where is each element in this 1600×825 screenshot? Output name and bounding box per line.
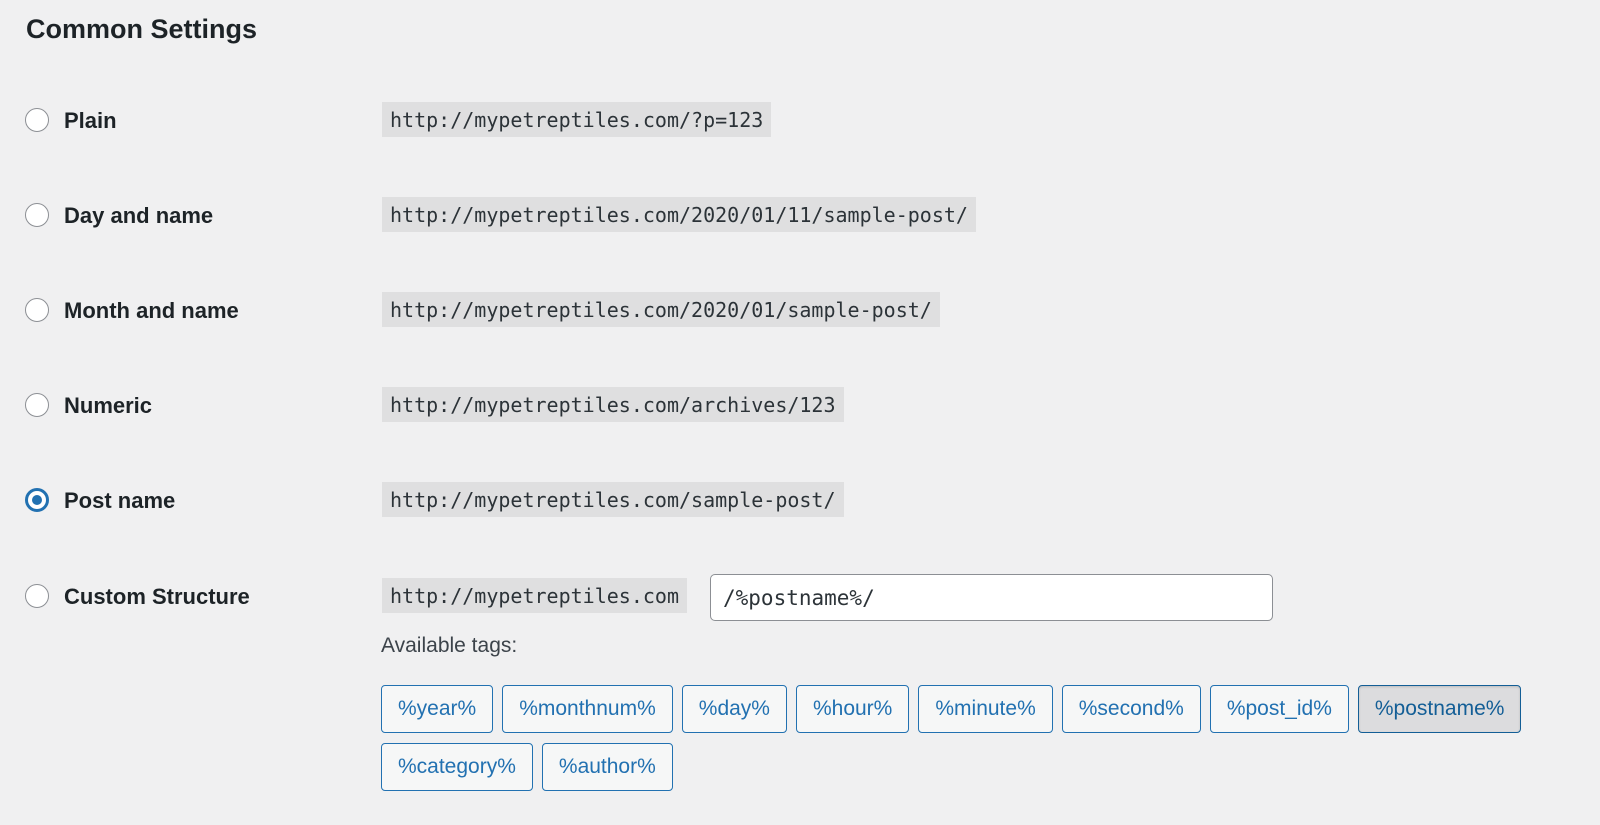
tag-day-button[interactable]: %day% (681, 685, 787, 733)
radio-post-name[interactable] (25, 488, 49, 512)
option-month-and-name[interactable]: Month and name http://mypetreptiles.com/… (0, 292, 1600, 332)
example-url: http://mypetreptiles.com/2020/01/sample-… (382, 292, 940, 327)
option-day-and-name[interactable]: Day and name http://mypetreptiles.com/20… (0, 197, 1600, 237)
option-label[interactable]: Plain (64, 108, 117, 134)
available-tags-label: Available tags: (381, 634, 518, 657)
custom-structure-input[interactable] (710, 574, 1273, 621)
example-url: http://mypetreptiles.com/sample-post/ (382, 482, 844, 517)
radio-numeric[interactable] (25, 393, 49, 417)
tag-post-id-button[interactable]: %post_id% (1209, 685, 1349, 733)
tag-author-button[interactable]: %author% (541, 743, 673, 791)
available-tags: %year% %monthnum% %day% %hour% %minute% … (381, 685, 1561, 791)
example-url: http://mypetreptiles.com/archives/123 (382, 387, 844, 422)
example-url: http://mypetreptiles.com/?p=123 (382, 102, 772, 137)
tag-year-button[interactable]: %year% (381, 685, 494, 733)
tag-monthnum-button[interactable]: %monthnum% (502, 685, 673, 733)
option-label[interactable]: Month and name (64, 298, 239, 324)
base-url: http://mypetreptiles.com (382, 578, 687, 613)
option-label[interactable]: Post name (64, 488, 175, 514)
tag-hour-button[interactable]: %hour% (795, 685, 910, 733)
radio-month-and-name[interactable] (25, 298, 49, 322)
tag-second-button[interactable]: %second% (1061, 685, 1201, 733)
option-plain[interactable]: Plain http://mypetreptiles.com/?p=123 (0, 102, 1600, 142)
tag-minute-button[interactable]: %minute% (918, 685, 1053, 733)
option-label[interactable]: Day and name (64, 203, 213, 229)
tag-category-button[interactable]: %category% (381, 743, 533, 791)
radio-plain[interactable] (25, 108, 49, 132)
radio-day-and-name[interactable] (25, 203, 49, 227)
section-title: Common Settings (26, 14, 258, 44)
tag-postname-button[interactable]: %postname% (1357, 685, 1522, 733)
option-numeric[interactable]: Numeric http://mypetreptiles.com/archive… (0, 387, 1600, 427)
option-label[interactable]: Custom Structure (64, 584, 250, 610)
example-url: http://mypetreptiles.com/2020/01/11/samp… (382, 197, 976, 232)
option-post-name[interactable]: Post name http://mypetreptiles.com/sampl… (0, 482, 1600, 522)
radio-custom-structure[interactable] (25, 584, 49, 608)
option-label[interactable]: Numeric (64, 393, 152, 419)
